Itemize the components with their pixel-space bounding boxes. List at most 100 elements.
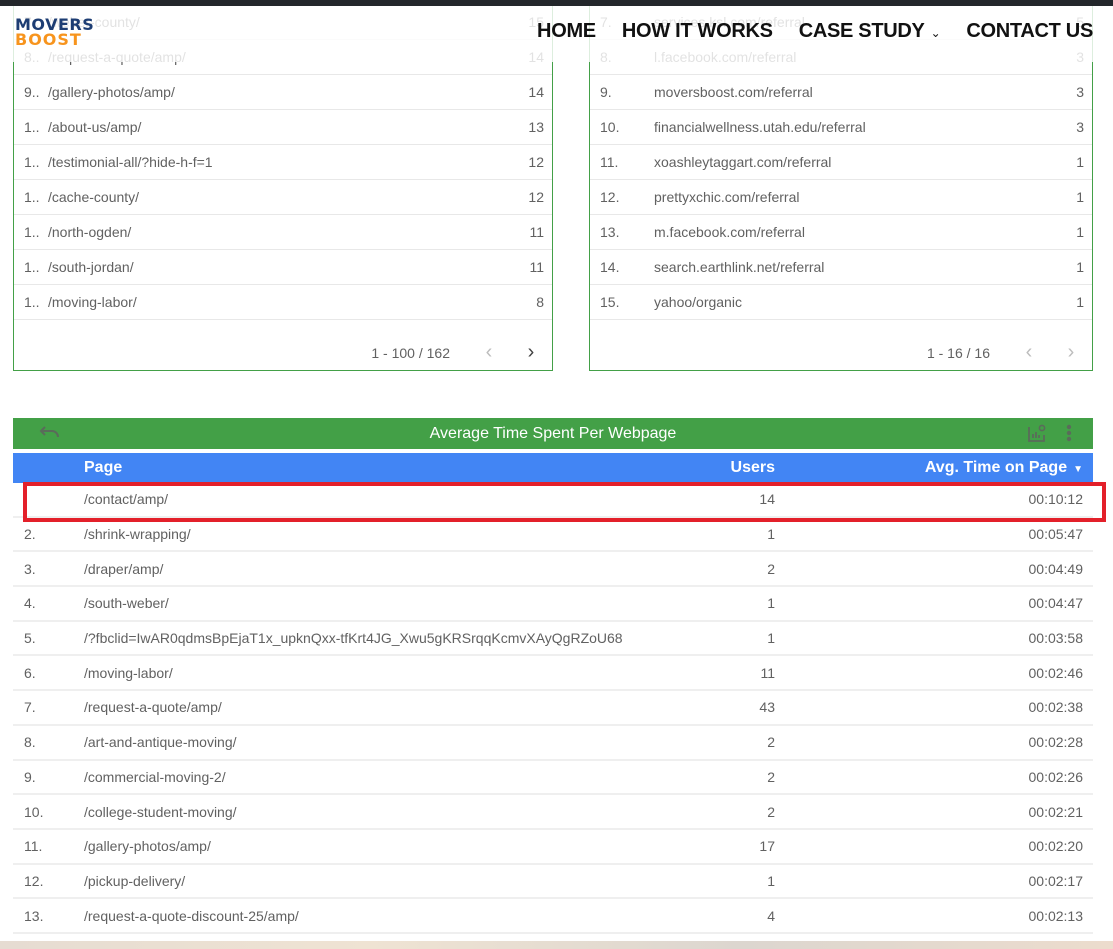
more-vert-icon[interactable] xyxy=(1065,423,1073,448)
movers-boost-logo[interactable]: MOVERS BOOST xyxy=(15,17,94,49)
prev-page-button[interactable]: ‹ xyxy=(1008,341,1050,364)
table-row[interactable]: 3. /draper/amp/2 00:04:49 xyxy=(13,552,1093,588)
table-row[interactable]: 13. m.facebook.com/referral 1 xyxy=(590,215,1092,250)
nav-home[interactable]: HOME xyxy=(537,20,596,43)
table-row[interactable]: 12. prettyxchic.com/referral 1 xyxy=(590,180,1092,215)
row-users: 43 xyxy=(759,699,775,716)
chart-settings-icon[interactable] xyxy=(1027,423,1047,448)
page-footer-background xyxy=(0,941,1113,949)
row-value: 13 xyxy=(528,119,544,135)
row-index: 4. xyxy=(24,595,36,612)
nav-contact-us[interactable]: CONTACT US xyxy=(966,20,1093,43)
table-row[interactable]: 9.. /gallery-photos/amp/14 xyxy=(14,75,552,110)
table-row[interactable]: 14. search.earthlink.net/referral 1 xyxy=(590,250,1092,285)
header-avg-time[interactable]: Avg. Time on Page ▼ xyxy=(775,459,1093,477)
row-source: financialwellness.utah.edu/referral xyxy=(654,119,866,135)
row-users: 1 xyxy=(767,630,775,647)
table-row[interactable]: 1.. /testimonial-all/?hide-h-f=1 12 xyxy=(14,145,552,180)
row-index: 1.. xyxy=(24,119,40,135)
table-row[interactable]: 11. /gallery-photos/amp/17 00:02:20 xyxy=(13,830,1093,865)
table-row[interactable]: 1.. /north-ogden/11 xyxy=(14,215,552,250)
table-row[interactable]: 6. /moving-labor/11 00:02:46 xyxy=(13,656,1093,692)
row-avg-time: 00:05:47 xyxy=(1028,526,1084,543)
table-row[interactable]: 10. financialwellness.utah.edu/referral 3 xyxy=(590,110,1092,145)
row-index: 3. xyxy=(24,560,36,577)
row-avg-time: 00:04:47 xyxy=(1028,595,1084,612)
row-index: 1.. xyxy=(24,189,40,205)
table-header-row: Page Users Avg. Time on Page ▼ xyxy=(13,453,1093,483)
logo-text-boost: BOOST xyxy=(15,30,82,49)
table-row[interactable]: 10. /college-student-moving/2 00:02:21 xyxy=(13,795,1093,830)
header-avg-time-label: Avg. Time on Page xyxy=(924,459,1068,476)
table-title: Average Time Spent Per Webpage xyxy=(429,424,677,442)
row-page: /cache-county/ xyxy=(48,189,140,205)
row-index: 13. xyxy=(24,907,44,924)
table-row[interactable]: 1.. /moving-labor/8 xyxy=(14,285,552,320)
table-row[interactable]: 1.. /about-us/amp/13 xyxy=(14,110,552,145)
header-users[interactable]: Users xyxy=(625,459,775,477)
row-value: 11 xyxy=(529,224,544,240)
row-index: 11. xyxy=(24,838,43,855)
row-page: /moving-labor/ xyxy=(84,664,173,681)
next-page-button[interactable]: › xyxy=(510,341,552,364)
row-source: moversboost.com/referral xyxy=(654,84,813,100)
main-nav: HOME HOW IT WORKS CASE STUDY ⌄ CONTACT US xyxy=(537,20,1093,43)
row-avg-time: 00:02:46 xyxy=(1028,664,1084,681)
table-row[interactable]: 7. /request-a-quote/amp/43 00:02:38 xyxy=(13,691,1093,726)
row-source: yahoo/organic xyxy=(654,294,742,310)
row-avg-time: 00:02:26 xyxy=(1028,768,1084,785)
nav-case-study-label: CASE STUDY xyxy=(798,20,925,42)
row-page: /contact/amp/ xyxy=(84,491,169,508)
row-index: 2. xyxy=(24,526,36,543)
row-page: /request-a-quote-discount-25/amp/ xyxy=(84,907,299,924)
prev-page-button[interactable]: ‹ xyxy=(468,341,510,364)
row-index: 1.. xyxy=(24,154,40,170)
row-index: 7. xyxy=(24,699,36,716)
undo-icon[interactable] xyxy=(39,423,61,444)
row-index: 9. xyxy=(600,84,612,100)
header-page[interactable]: Page xyxy=(84,459,625,477)
row-page: /south-jordan/ xyxy=(48,259,134,275)
row-value: 12 xyxy=(528,154,544,170)
table-row[interactable]: 12. /pickup-delivery/1 00:02:17 xyxy=(13,865,1093,900)
row-index: 6. xyxy=(24,664,36,681)
row-index: 1.. xyxy=(24,294,40,310)
table-row[interactable]: 5. /?fbclid=IwAR0qdmsBpEjaT1x_upknQxx-tfK… xyxy=(13,622,1093,657)
row-source: m.facebook.com/referral xyxy=(654,224,805,240)
row-index: 12. xyxy=(24,872,44,889)
row-page: /south-weber/ xyxy=(84,595,169,612)
row-users: 17 xyxy=(759,838,775,855)
table-row[interactable]: 2. /shrink-wrapping/1 00:05:47 xyxy=(13,518,1093,553)
nav-case-study[interactable]: CASE STUDY ⌄ xyxy=(799,20,941,43)
row-value: 1 xyxy=(1076,224,1084,240)
row-avg-time: 00:04:49 xyxy=(1028,560,1084,577)
table-row[interactable]: 9. /commercial-moving-2/2 00:02:26 xyxy=(13,761,1093,796)
row-avg-time: 00:02:13 xyxy=(1028,907,1084,924)
row-page: /shrink-wrapping/ xyxy=(84,526,191,543)
row-value: 12 xyxy=(528,189,544,205)
row-users: 2 xyxy=(767,734,775,751)
chevron-down-icon: ⌄ xyxy=(930,26,941,40)
row-users: 1 xyxy=(767,595,775,612)
nav-how-it-works[interactable]: HOW IT WORKS xyxy=(622,20,773,43)
row-avg-time: 00:02:21 xyxy=(1028,803,1084,820)
table-row[interactable]: 15. yahoo/organic 1 xyxy=(590,285,1092,320)
table-row[interactable]: 13. /request-a-quote-discount-25/amp/4 00:… xyxy=(13,899,1093,934)
row-index: 15. xyxy=(600,294,620,310)
table-row[interactable]: 1.. /south-jordan/11 xyxy=(14,250,552,285)
row-page: /about-us/amp/ xyxy=(48,119,142,135)
table-row[interactable]: 11. xoashleytaggart.com/referral 1 xyxy=(590,145,1092,180)
row-index: 11. xyxy=(600,154,619,170)
table-tools xyxy=(1027,423,1073,448)
row-index: . xyxy=(24,491,28,508)
next-page-button[interactable]: › xyxy=(1050,341,1092,364)
table-row[interactable]: 8. /art-and-antique-moving/2 00:02:28 xyxy=(13,726,1093,761)
table-row[interactable]: 9. moversboost.com/referral 3 xyxy=(590,75,1092,110)
table-row[interactable]: . /contact/amp/14 00:10:12 xyxy=(13,483,1093,518)
row-source: xoashleytaggart.com/referral xyxy=(654,154,832,170)
row-page: /testimonial-all/?hide-h-f=1 xyxy=(48,154,213,170)
row-value: 11 xyxy=(529,259,544,275)
row-index: 8. xyxy=(24,734,36,751)
table-row[interactable]: 1.. /cache-county/12 xyxy=(14,180,552,215)
table-row[interactable]: 4. /south-weber/1 00:04:47 xyxy=(13,587,1093,622)
